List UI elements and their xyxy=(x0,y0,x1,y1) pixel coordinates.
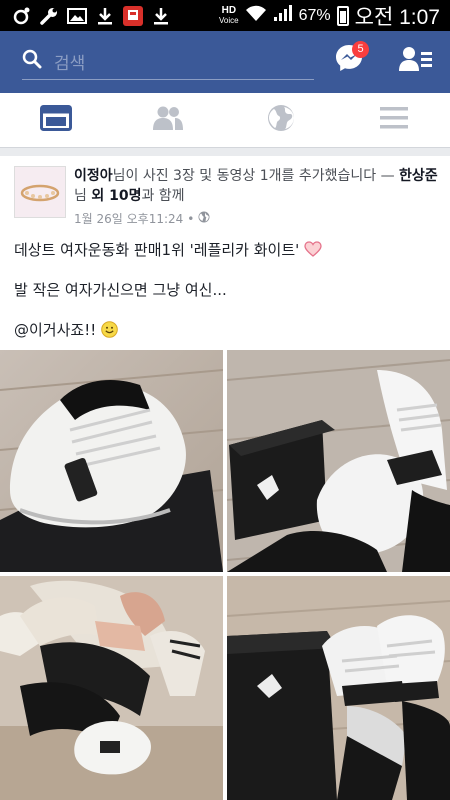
mention-link[interactable]: @이거사죠!! xyxy=(14,321,96,339)
wifi-icon xyxy=(245,4,267,27)
dot-separator: • xyxy=(187,211,195,226)
tagged-suffix: 님 xyxy=(74,188,87,204)
post-action-text: 님이 사진 3장 및 동영상 1개를 추가했습니다 — xyxy=(112,168,395,184)
photo-1[interactable] xyxy=(0,350,223,572)
tagged-others-link[interactable]: 외 10명 xyxy=(91,188,141,204)
search-icon xyxy=(22,49,42,73)
post-text-line-2: 발 작은 여자가신으면 그냥 여신... xyxy=(14,281,227,299)
photo-2[interactable] xyxy=(227,350,450,572)
tab-notifications[interactable] xyxy=(225,93,337,147)
tagged-user[interactable]: 한상준 xyxy=(399,168,438,184)
circle-dots-icon xyxy=(10,5,32,27)
photo-4[interactable] xyxy=(227,576,450,800)
tab-friends[interactable] xyxy=(112,93,224,147)
author-name[interactable]: 이정아 xyxy=(74,168,113,184)
app-red-icon xyxy=(122,5,144,27)
hd-voice-indicator: HD Voice xyxy=(219,4,239,25)
photo-grid xyxy=(0,350,450,800)
messenger-icon xyxy=(334,45,364,77)
messenger-badge: 5 xyxy=(352,41,369,58)
battery-icon xyxy=(336,5,349,26)
friend-list-icon xyxy=(398,47,434,77)
tab-bar xyxy=(0,93,450,148)
friends-icon xyxy=(152,105,184,135)
public-globe-icon xyxy=(198,211,210,226)
battery-percent: 67% xyxy=(298,6,331,24)
post-timestamp[interactable]: 1월 26일 오후11:24 xyxy=(74,210,183,227)
globe-icon xyxy=(266,103,296,137)
tab-more[interactable] xyxy=(338,93,450,147)
search-input[interactable]: 검색 xyxy=(22,43,314,80)
search-placeholder: 검색 xyxy=(54,53,86,74)
top-bar: 검색 5 xyxy=(0,31,450,93)
menu-icon xyxy=(379,106,409,134)
photo-3[interactable] xyxy=(0,576,223,800)
download-icon xyxy=(94,5,116,27)
post-text-line-3: @이거사죠!! xyxy=(14,320,118,340)
post-meta: 1월 26일 오후11:24 • xyxy=(74,210,210,227)
signal-icon xyxy=(273,4,293,27)
author-avatar[interactable] xyxy=(14,166,66,218)
wrench-icon xyxy=(38,5,60,27)
post-text-line-1: 데상트 여자운동화 판매1위 '레플리카 화이트' xyxy=(14,240,322,260)
newsfeed-icon xyxy=(40,105,72,135)
friend-requests-button[interactable] xyxy=(398,45,434,73)
clock: 오전 1:07 xyxy=(354,5,440,29)
tab-news-feed[interactable] xyxy=(0,93,112,147)
download-icon xyxy=(150,5,172,27)
status-bar: HD Voice 67% 오전 1:07 xyxy=(0,0,450,31)
with-text: 과 함께 xyxy=(141,188,185,204)
heart-icon xyxy=(304,241,322,259)
feed-post: 이정아님이 사진 3장 및 동영상 1개를 추가했습니다 — 한상준님 외 10… xyxy=(0,156,450,800)
image-icon xyxy=(66,5,88,27)
post-header: 이정아님이 사진 3장 및 동영상 1개를 추가했습니다 — 한상준님 외 10… xyxy=(74,166,442,206)
smile-emoji-icon xyxy=(101,321,118,339)
